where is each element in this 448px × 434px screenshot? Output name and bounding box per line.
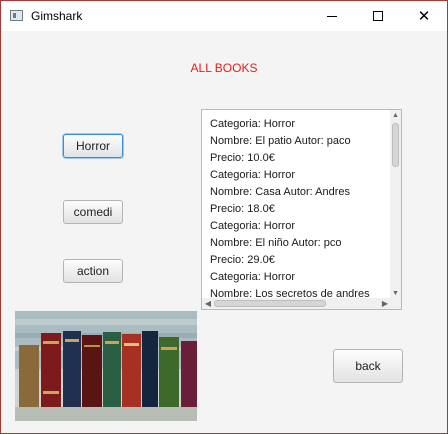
book-spine [43,391,59,394]
comedi-button[interactable]: comedi [63,200,123,224]
close-icon: ✕ [417,6,431,25]
close-button[interactable]: ✕ [401,1,447,31]
app-icon [10,10,23,21]
book-spine [105,341,119,344]
window-title: Gimshark [31,9,83,23]
action-button[interactable]: action [63,259,123,283]
minimize-button[interactable] [309,1,355,31]
book-spine [19,345,39,407]
books-image [15,311,197,421]
scroll-right-icon[interactable]: ▶ [380,298,390,309]
books-text-area[interactable]: Categoria: Horror Nombre: El patio Autor… [201,109,402,310]
horizontal-scroll-thumb[interactable] [214,300,326,307]
book-spine [41,333,61,407]
maximize-icon [373,11,383,21]
text-line: Categoria: Horror [210,118,295,130]
book-spine [63,331,81,407]
app-window: Gimshark ✕ ALL BOOKS Horror comedi actio… [0,0,448,434]
background-texture [15,319,197,325]
vertical-scrollbar[interactable]: ▲ ▼ [390,110,401,299]
minimize-icon [327,15,337,17]
text-line: Nombre: El patio Autor: paco [210,135,351,147]
horizontal-scrollbar[interactable]: ◀ ▶ [202,298,391,309]
text-line: Precio: 18.0€ [210,203,275,215]
horror-button[interactable]: Horror [63,134,123,158]
text-line: Precio: 10.0€ [210,152,275,164]
book-spine [65,339,79,342]
back-button[interactable]: back [333,349,403,383]
books-illustration [15,311,197,421]
page-title: ALL BOOKS [190,61,258,75]
book-spine [43,341,59,344]
scroll-up-icon[interactable]: ▲ [390,111,401,121]
shelf-surface [15,407,197,421]
text-line: Categoria: Horror [210,220,295,232]
text-line: Precio: 29.0€ [210,254,275,266]
vertical-scroll-thumb[interactable] [392,123,399,167]
scroll-left-icon[interactable]: ◀ [203,298,213,309]
maximize-button[interactable] [355,1,401,31]
text-line: Categoria: Horror [210,169,295,181]
text-line: Nombre: Casa Autor: Andres [210,186,351,198]
book-spine [142,331,158,407]
book-spine [181,341,197,407]
title-bar[interactable]: Gimshark ✕ [1,1,447,31]
books-text-content[interactable]: Categoria: Horror Nombre: El patio Autor… [210,116,392,299]
book-spine [124,343,139,346]
text-line: Nombre: El niño Autor: pco [210,237,342,249]
book-spine [161,347,177,350]
scroll-corner [390,298,401,309]
book-spine [84,345,100,347]
text-line: Categoria: Horror [210,271,295,283]
